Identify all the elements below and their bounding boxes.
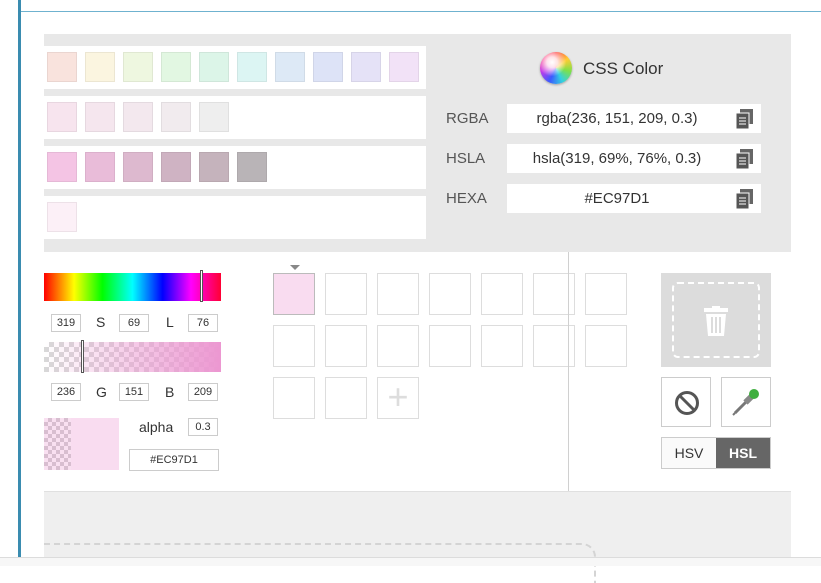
s-label: S	[96, 314, 106, 330]
saved-color-slot[interactable]	[325, 325, 367, 367]
blue-input[interactable]: 209	[188, 383, 218, 401]
hsla-label: HSLA	[446, 150, 486, 167]
copy-icon	[736, 109, 753, 129]
color-swatch[interactable]	[199, 52, 229, 82]
saved-color-slot[interactable]	[481, 325, 523, 367]
red-input[interactable]: 236	[51, 383, 81, 401]
saved-color-slot[interactable]	[273, 325, 315, 367]
b-label: B	[165, 384, 175, 400]
color-swatch[interactable]	[237, 52, 267, 82]
color-swatch[interactable]	[161, 152, 191, 182]
trash-icon	[704, 306, 728, 336]
color-swatch[interactable]	[199, 152, 229, 182]
trash-drop-zone-border	[672, 282, 760, 358]
color-swatch[interactable]	[161, 52, 191, 82]
color-swatch[interactable]	[123, 52, 153, 82]
saved-color-slot[interactable]	[585, 325, 627, 367]
hsl-toggle[interactable]: HSL	[716, 438, 770, 468]
g-label: G	[96, 384, 107, 400]
color-swatch[interactable]	[161, 102, 191, 132]
rgba-field[interactable]: rgba(236, 151, 209, 0.3)	[507, 104, 727, 133]
swatch-row-light	[44, 46, 426, 89]
color-wheel-icon	[540, 52, 572, 84]
saturation-input[interactable]: 69	[119, 314, 149, 332]
saved-color-slot[interactable]	[481, 273, 523, 315]
hue-slider[interactable]	[44, 273, 221, 301]
color-swatch[interactable]	[123, 152, 153, 182]
copy-icon	[736, 149, 753, 169]
color-swatch[interactable]	[313, 52, 343, 82]
mode-toggle: HSV HSL	[661, 437, 771, 469]
top-border	[21, 11, 821, 12]
color-swatch[interactable]	[85, 152, 115, 182]
saved-color-slot[interactable]	[377, 325, 419, 367]
color-swatch[interactable]	[199, 102, 229, 132]
saved-color-slot[interactable]	[273, 377, 315, 419]
color-swatch[interactable]	[275, 52, 305, 82]
app-title: CSS Color	[583, 59, 664, 78]
copy-hsla-button[interactable]	[727, 144, 761, 173]
hue-slider-handle[interactable]	[200, 270, 203, 302]
color-swatch[interactable]	[351, 52, 381, 82]
swatch-row-single	[44, 196, 426, 239]
green-input[interactable]: 151	[119, 383, 149, 401]
color-swatch[interactable]	[85, 52, 115, 82]
copy-rgba-button[interactable]	[727, 104, 761, 133]
copy-hexa-button[interactable]	[727, 184, 761, 213]
alpha-input[interactable]: 0.3	[188, 418, 218, 436]
alpha-slider[interactable]	[44, 342, 221, 372]
color-swatch[interactable]	[389, 52, 419, 82]
swatch-row-muted	[44, 96, 426, 139]
clear-button[interactable]	[661, 377, 711, 427]
alpha-slider-handle[interactable]	[81, 340, 84, 373]
accent-bar	[18, 0, 21, 565]
saved-color-slot[interactable]	[325, 377, 367, 419]
saved-color-slot[interactable]	[325, 273, 367, 315]
alpha-label: alpha	[139, 419, 174, 435]
color-swatch[interactable]	[85, 102, 115, 132]
color-swatch[interactable]	[47, 52, 77, 82]
saved-color-slot[interactable]	[273, 273, 315, 315]
hexa-label: HEXA	[446, 190, 487, 207]
copy-icon	[736, 189, 753, 209]
color-swatch[interactable]	[123, 102, 153, 132]
l-label: L	[166, 314, 174, 330]
saved-color-slot[interactable]	[429, 273, 471, 315]
color-preview-transparent	[44, 418, 71, 470]
color-preview-solid	[71, 418, 119, 470]
no-entry-icon	[675, 391, 699, 415]
hsla-field[interactable]: hsla(319, 69%, 76%, 0.3)	[507, 144, 727, 173]
add-color-button[interactable]: +	[377, 377, 419, 419]
saved-color-slot[interactable]	[429, 325, 471, 367]
selected-slot-indicator-icon	[290, 265, 300, 270]
hue-input[interactable]: 319	[51, 314, 81, 332]
color-swatch[interactable]	[237, 152, 267, 182]
swatch-row-saturated	[44, 146, 426, 189]
hex-input[interactable]: #EC97D1	[129, 449, 219, 471]
color-swatch[interactable]	[47, 102, 77, 132]
trash-drop-zone[interactable]	[661, 273, 771, 367]
eyedropper-button[interactable]	[721, 377, 771, 427]
lightness-input[interactable]: 76	[188, 314, 218, 332]
color-swatch[interactable]	[47, 152, 77, 182]
saved-color-slot[interactable]	[585, 273, 627, 315]
color-swatch[interactable]	[47, 202, 77, 232]
saved-color-slot[interactable]	[377, 273, 419, 315]
hsv-toggle[interactable]: HSV	[662, 438, 716, 468]
hexa-field[interactable]: #EC97D1	[507, 184, 727, 213]
eyedropper-icon	[732, 389, 759, 416]
rgba-label: RGBA	[446, 110, 489, 127]
